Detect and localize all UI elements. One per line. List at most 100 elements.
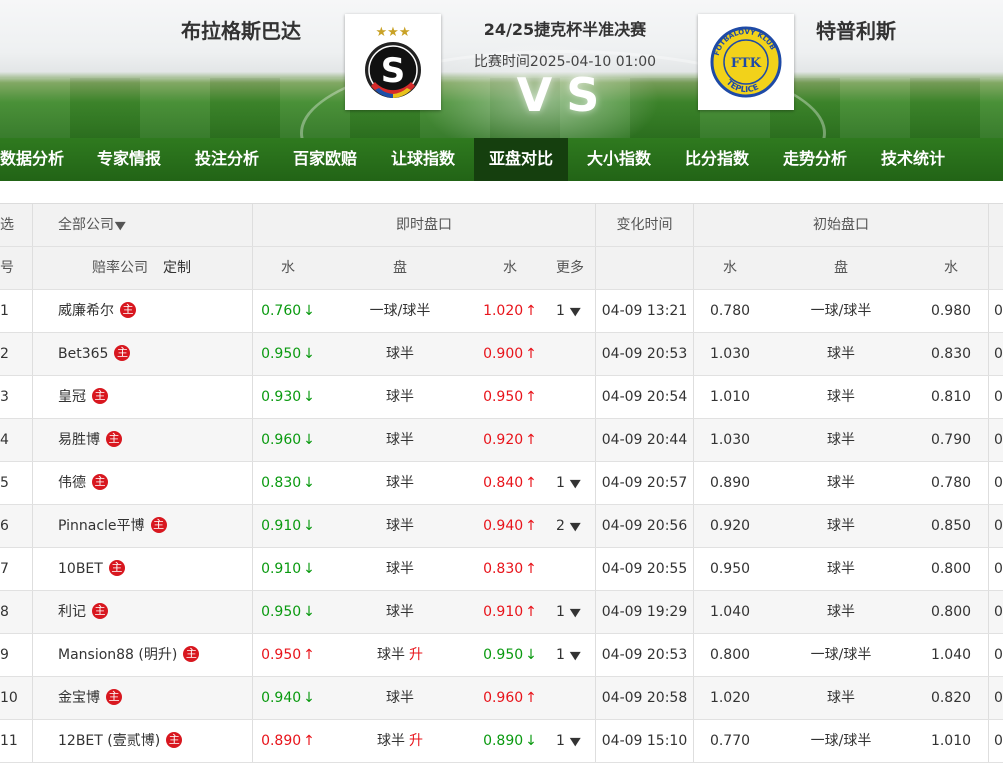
away-team-name[interactable]: 特普利斯 xyxy=(816,15,896,44)
home-team-name[interactable]: 布拉格斯巴达 xyxy=(181,15,301,44)
live-water-away[interactable]: 0.890 ↓ xyxy=(474,720,546,762)
customize-link[interactable]: 定制 xyxy=(163,247,191,289)
handicap-header: 盘 xyxy=(393,260,407,276)
live-water-home[interactable]: 0.910 ↓ xyxy=(252,505,324,547)
more-dropdown[interactable]: 2 ▼ xyxy=(556,505,581,547)
live-water-away[interactable]: 0.940 ↑ xyxy=(474,505,546,547)
company-name[interactable]: Bet365 主 xyxy=(58,333,131,375)
table-row[interactable]: 10 金宝博主 0.940 ↓ 球半 0.960 ↑ 04-09 20:58 1.020 球半 0.… xyxy=(0,677,1003,720)
nav-tab-betting-analysis[interactable]: 投注分析 xyxy=(186,138,268,181)
water-header: 水 xyxy=(281,260,295,276)
live-water-away[interactable]: 1.020 ↑ xyxy=(474,290,546,332)
init-water-home: 0.890 xyxy=(709,475,751,491)
init-handicap: 球半 xyxy=(827,690,855,706)
handicap-label: 球半 xyxy=(386,604,414,620)
nav-tab-correct-score[interactable]: 比分指数 xyxy=(676,138,758,181)
live-water-away[interactable]: 0.840 ↑ xyxy=(474,462,546,504)
live-water-home[interactable]: 0.760 ↓ xyxy=(252,290,324,332)
company-name[interactable]: 皇冠主 xyxy=(58,376,108,418)
away-team-logo[interactable]: FOTBALOVÝ KLUB TEPLICE FTK xyxy=(698,14,794,110)
more-dropdown[interactable]: 1 ▼ xyxy=(556,634,581,676)
chevron-down-icon: ▼ xyxy=(569,735,581,748)
init-water-home: 1.040 xyxy=(709,604,751,620)
live-handicap: 球半 xyxy=(350,462,450,504)
table-row[interactable]: 11 12BET (壹贰博) 主 0.890 ↑ 球半升 0.890 ↓ 1 ▼ 04-09 15:… xyxy=(0,720,1003,763)
handicap-label: 球半 xyxy=(377,733,405,749)
nav-tab-asian-handicap[interactable]: 亚盘对比 xyxy=(474,138,568,181)
next-column-value: 0 xyxy=(994,604,1003,620)
company-label: 利记 xyxy=(58,604,86,620)
match-title: 24/25捷克杯半准决赛 xyxy=(483,20,647,39)
more-dropdown[interactable]: 1 ▼ xyxy=(556,720,581,762)
live-water-home[interactable]: 0.940 ↓ xyxy=(252,677,324,719)
nav-tab-handicap-index[interactable]: 让球指数 xyxy=(382,138,464,181)
company-name[interactable]: 威廉希尔主 xyxy=(58,290,136,332)
company-name[interactable]: Pinnacle平博主 xyxy=(58,505,167,547)
company-label: 10BET xyxy=(58,561,103,577)
next-column-value: 0 xyxy=(994,561,1003,577)
live-water-home[interactable]: 0.830 ↓ xyxy=(252,462,324,504)
nav-tab-trend-analysis[interactable]: 走势分析 xyxy=(774,138,856,181)
change-time: 04-09 19:29 xyxy=(601,604,688,620)
init-handicap: 球半 xyxy=(827,561,855,577)
more-dropdown[interactable]: 1 ▼ xyxy=(556,462,581,504)
column-divider xyxy=(988,720,989,762)
live-water-away[interactable]: 0.950 ↑ xyxy=(474,376,546,418)
table-row[interactable]: 8 利记主 0.950 ↓ 球半 0.910 ↑ 1 ▼ 04-09 19:29 1.040 球半 0.… xyxy=(0,591,1003,634)
nav-tab-data-analysis[interactable]: 数据分析 xyxy=(0,138,68,181)
company-name[interactable]: Mansion88 (明升) 主 xyxy=(58,634,200,676)
table-row[interactable]: 5 伟德主 0.830 ↓ 球半 0.840 ↑ 1 ▼ 04-09 20:57 0.890 球半 0.… xyxy=(0,462,1003,505)
main-badge-icon: 主 xyxy=(183,646,200,662)
live-water-home[interactable]: 0.910 ↓ xyxy=(252,548,324,590)
table-row[interactable]: 4 易胜博主 0.960 ↓ 球半 0.920 ↑ 04-09 20:44 1.030 球半 0.7… xyxy=(0,419,1003,462)
company-filter[interactable]: 全部公司▼ xyxy=(58,204,126,246)
live-water-home[interactable]: 0.950 ↓ xyxy=(252,591,324,633)
table-row[interactable]: 2 Bet365 主 0.950 ↓ 球半 0.900 ↑ 04-09 20:53 1.030 球半… xyxy=(0,333,1003,376)
live-water-home[interactable]: 0.960 ↓ xyxy=(252,419,324,461)
live-water-home[interactable]: 0.950 ↓ xyxy=(252,333,324,375)
change-time: 04-09 20:54 xyxy=(601,389,688,405)
initial-odds-header: 初始盘口 xyxy=(813,217,869,233)
live-water-away[interactable]: 0.960 ↑ xyxy=(474,677,546,719)
live-water-home[interactable]: 0.930 ↓ xyxy=(252,376,324,418)
init-water2-header: 水 xyxy=(944,260,958,276)
init-handicap: 球半 xyxy=(827,346,855,362)
init-water-home: 0.770 xyxy=(709,733,751,749)
live-water-away[interactable]: 0.830 ↑ xyxy=(474,548,546,590)
change-time: 04-09 20:53 xyxy=(601,647,688,663)
init-water-away: 1.010 xyxy=(930,733,972,749)
more-dropdown[interactable]: 1 ▼ xyxy=(556,290,581,332)
column-divider xyxy=(988,333,989,375)
nav-tab-european-odds[interactable]: 百家欧赔 xyxy=(284,138,366,181)
chevron-down-icon: ▼ xyxy=(569,606,581,619)
company-label: Pinnacle平博 xyxy=(58,518,145,534)
more-dropdown[interactable]: 1 ▼ xyxy=(556,591,581,633)
next-column-value: 0 xyxy=(994,647,1003,663)
nav-tab-over-under[interactable]: 大小指数 xyxy=(578,138,660,181)
company-name[interactable]: 金宝博主 xyxy=(58,677,122,719)
live-water-away[interactable]: 0.900 ↑ xyxy=(474,333,546,375)
live-water-home[interactable]: 0.950 ↑ xyxy=(252,634,324,676)
table-row[interactable]: 3 皇冠主 0.930 ↓ 球半 0.950 ↑ 04-09 20:54 1.010 球半 0.81… xyxy=(0,376,1003,419)
company-name[interactable]: 利记主 xyxy=(58,591,108,633)
table-row[interactable]: 6 Pinnacle平博主 0.910 ↓ 球半 0.940 ↑ 2 ▼ 04-09 20:56 0… xyxy=(0,505,1003,548)
live-water-home-value: 0.950 xyxy=(261,604,302,620)
live-water-home[interactable]: 0.890 ↑ xyxy=(252,720,324,762)
company-name[interactable]: 易胜博主 xyxy=(58,419,122,461)
table-row[interactable]: 9 Mansion88 (明升) 主 0.950 ↑ 球半升 0.950 ↓ 1 ▼ 04-09 2… xyxy=(0,634,1003,677)
home-team-logo[interactable]: ★★★ S xyxy=(345,14,441,110)
table-row[interactable]: 1 威廉希尔主 0.760 ↓ 一球/球半 1.020 ↑ 1 ▼ 04-09 13:21 0.78… xyxy=(0,290,1003,333)
nav-tab-tech-stats[interactable]: 技术统计 xyxy=(872,138,954,181)
row-number: 2 xyxy=(0,346,9,362)
live-water-away[interactable]: 0.910 ↑ xyxy=(474,591,546,633)
nav-tab-expert-intel[interactable]: 专家情报 xyxy=(88,138,170,181)
company-name[interactable]: 12BET (壹贰博) 主 xyxy=(58,720,183,762)
svg-text:FTK: FTK xyxy=(731,56,762,71)
company-name[interactable]: 10BET 主 xyxy=(58,548,125,590)
live-water-away[interactable]: 0.920 ↑ xyxy=(474,419,546,461)
live-water-away-value: 0.950 xyxy=(483,389,524,405)
table-row[interactable]: 7 10BET 主 0.910 ↓ 球半 0.830 ↑ 04-09 20:55 0.950 球半 0… xyxy=(0,548,1003,591)
live-water-away[interactable]: 0.950 ↓ xyxy=(474,634,546,676)
company-name[interactable]: 伟德主 xyxy=(58,462,108,504)
arrow-up-icon: ↑ xyxy=(525,604,537,620)
